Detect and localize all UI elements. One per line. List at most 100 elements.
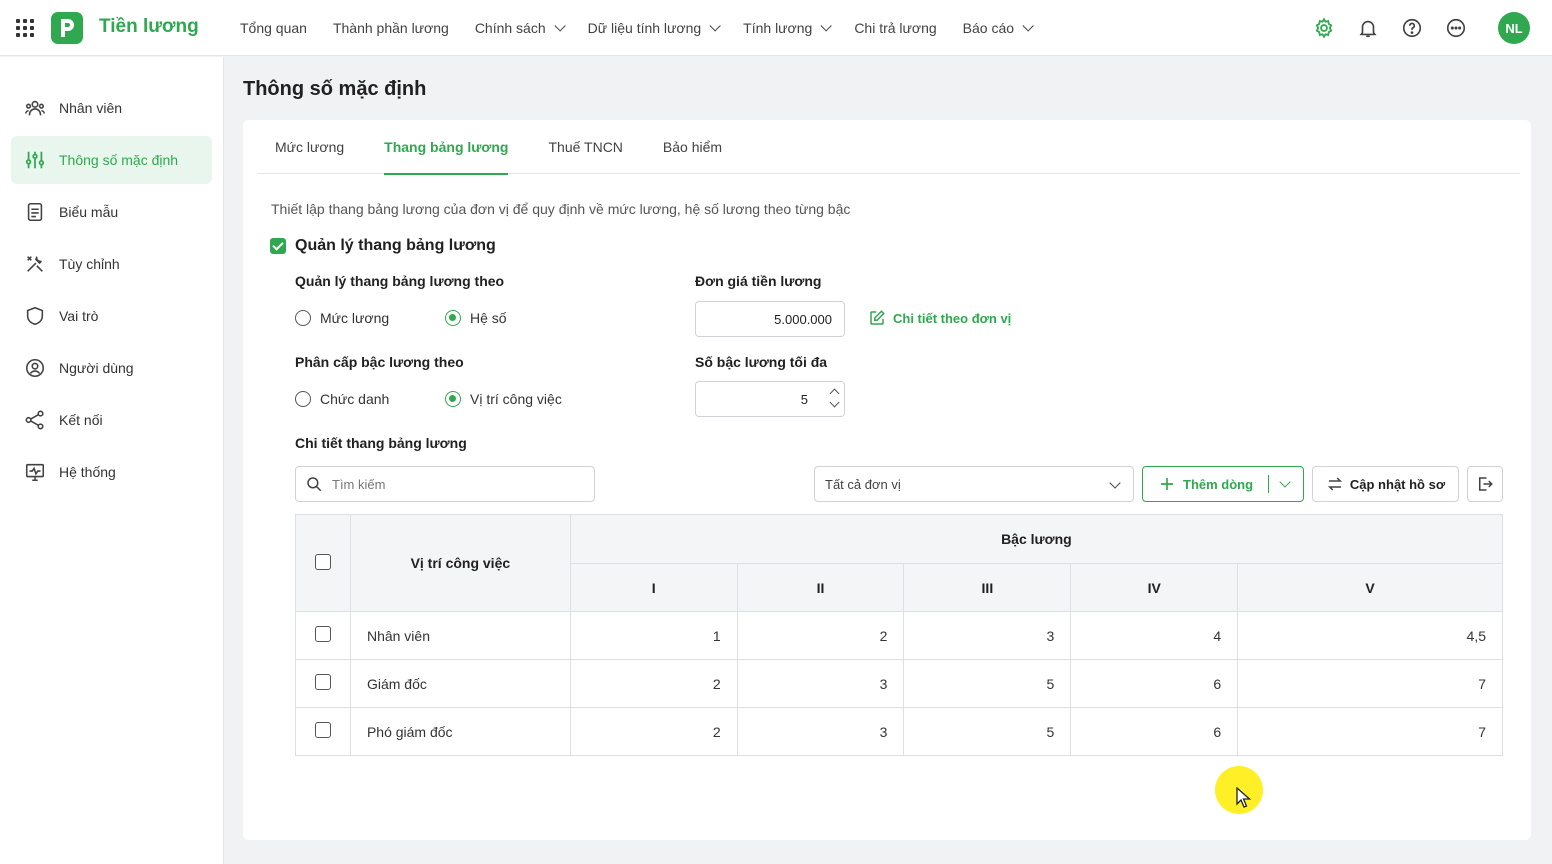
- sidebar-item[interactable]: Tùy chỉnh: [11, 240, 212, 288]
- tab[interactable]: Mức lương: [275, 120, 344, 174]
- grade-value-cell[interactable]: 3: [736, 707, 905, 756]
- search-input[interactable]: Tìm kiếm: [295, 466, 595, 502]
- radio-job-title[interactable]: [295, 391, 311, 407]
- grade-value-cell[interactable]: 1: [569, 611, 738, 660]
- select-all-checkbox[interactable]: [314, 553, 331, 570]
- settings-gear-icon[interactable]: [1308, 12, 1340, 44]
- tab[interactable]: Bảo hiểm: [663, 120, 722, 174]
- grade-value-cell[interactable]: 5: [903, 659, 1072, 708]
- add-row-button[interactable]: Thêm dòng: [1142, 466, 1304, 502]
- sidebar-item-label: Nhân viên: [59, 100, 123, 116]
- add-row-dropdown-icon[interactable]: [1279, 476, 1291, 488]
- grade-value-cell[interactable]: 4: [1070, 611, 1239, 660]
- tab-bar: Mức lương Thang bảng lương Thuế TNCN Bảo hi…: [257, 120, 1520, 175]
- user-circle-icon: [24, 357, 46, 379]
- grade-value-cell[interactable]: 7: [1237, 659, 1503, 708]
- grade-by-option-position[interactable]: Vị trí công việc: [445, 391, 562, 407]
- bell-icon[interactable]: [1352, 12, 1384, 44]
- grade-value-cell[interactable]: 2: [569, 659, 738, 708]
- nav-item[interactable]: Chính sách: [475, 20, 566, 36]
- tab[interactable]: Thuế TNCN: [548, 120, 622, 174]
- number-stepper[interactable]: [829, 388, 840, 408]
- plus-icon: [1161, 478, 1173, 490]
- share-icon: [24, 409, 46, 431]
- apps-grid-icon[interactable]: [16, 19, 34, 37]
- sidebar-item[interactable]: Vai trò: [11, 292, 212, 340]
- sidebar-item[interactable]: Kết nối: [11, 396, 212, 444]
- manage-by-option-salary[interactable]: Mức lương: [295, 310, 445, 326]
- update-profile-button[interactable]: Cập nhật hồ sơ: [1312, 466, 1459, 502]
- unit-price-value: 5.000.000: [774, 311, 832, 327]
- detail-link-label: Chi tiết theo đơn vị: [893, 310, 1012, 326]
- grade-value-cell[interactable]: 2: [569, 707, 738, 756]
- position-name-cell: Nhân viên: [349, 611, 571, 660]
- radio-job-position[interactable]: [445, 391, 461, 407]
- manage-checkbox[interactable]: [270, 238, 286, 254]
- nav-item[interactable]: Tổng quan: [240, 20, 307, 36]
- row-checkbox[interactable]: [314, 674, 331, 690]
- nav-item[interactable]: Dữ liệu tính lương: [588, 20, 721, 36]
- sidebar-item[interactable]: Nhân viên: [11, 84, 212, 132]
- app-brand[interactable]: Tiền lương: [99, 16, 199, 38]
- nav-item[interactable]: Thành phần lương: [333, 20, 449, 36]
- grade-value-cell[interactable]: 6: [1070, 707, 1239, 756]
- detail-by-unit-link[interactable]: Chi tiết theo đơn vị: [868, 309, 1011, 327]
- manage-salary-scale-toggle[interactable]: Quản lý thang bảng lương: [270, 237, 496, 255]
- grade-value-cell[interactable]: 2: [736, 611, 905, 660]
- row-checkbox[interactable]: [314, 626, 331, 642]
- radio-salary-level[interactable]: [295, 310, 311, 326]
- mouse-pointer-icon: [1236, 787, 1252, 808]
- table-row[interactable]: Nhân viên 1 2 3 4 4,5: [295, 611, 1503, 660]
- radio-coefficient[interactable]: [445, 310, 461, 326]
- grade-value-cell[interactable]: 5: [903, 707, 1072, 756]
- table-row[interactable]: Giám đốc 2 3 5 6 7: [295, 659, 1503, 708]
- top-bar: Tiền lương Tổng quan Thành phần lương Chín…: [0, 0, 1552, 56]
- export-icon: [1479, 477, 1493, 491]
- max-grade-input[interactable]: 5: [695, 381, 845, 417]
- button-divider: [1268, 475, 1269, 493]
- chevron-down-icon: [820, 20, 833, 32]
- employees-icon: [24, 97, 46, 119]
- row-checkbox[interactable]: [314, 722, 331, 738]
- header-grade: V: [1237, 563, 1503, 612]
- grade-value-cell[interactable]: 6: [1070, 659, 1239, 708]
- nav-item[interactable]: Báo cáo: [962, 20, 1034, 36]
- sidebar-item-label: Tùy chỉnh: [59, 256, 120, 272]
- nav-item[interactable]: Chi trả lương: [854, 20, 936, 36]
- user-avatar[interactable]: NL: [1498, 12, 1530, 44]
- sidebar-item-label: Thông số mặc định: [59, 152, 179, 168]
- grade-value-cell[interactable]: 3: [736, 659, 905, 708]
- help-icon[interactable]: [1396, 12, 1428, 44]
- header-grade: IV: [1070, 563, 1239, 612]
- tab[interactable]: Thang bảng lương: [384, 120, 509, 175]
- grade-value-cell[interactable]: 3: [903, 611, 1072, 660]
- export-button[interactable]: [1467, 466, 1503, 502]
- sidebar-item[interactable]: Người dùng: [11, 344, 212, 392]
- document-icon: [24, 201, 46, 223]
- chevron-down-icon: [1109, 477, 1121, 489]
- table-row[interactable]: Phó giám đốc 2 3 5 6 7: [295, 707, 1503, 756]
- nav-item[interactable]: Tính lương: [743, 20, 833, 36]
- stepper-down-icon[interactable]: [829, 397, 840, 408]
- app-logo[interactable]: [51, 12, 83, 44]
- grade-value-cell[interactable]: 7: [1237, 707, 1503, 756]
- grade-by-option-title[interactable]: Chức danh: [295, 391, 445, 407]
- manage-by-option-coefficient[interactable]: Hệ số: [445, 310, 507, 326]
- unit-filter-select[interactable]: Tất cả đơn vị: [814, 466, 1134, 502]
- edit-icon: [870, 310, 885, 325]
- header-grade: I: [569, 563, 738, 612]
- sidebar-item[interactable]: Thông số mặc định: [11, 136, 212, 184]
- nav-item-label: Báo cáo: [962, 20, 1015, 36]
- settings-card: Mức lương Thang bảng lương Thuế TNCN Bảo hi…: [243, 120, 1531, 840]
- more-options-icon[interactable]: [1440, 12, 1472, 44]
- position-name-cell: Giám đốc: [349, 659, 571, 708]
- unit-price-input[interactable]: 5.000.000: [695, 301, 845, 337]
- sidebar-item[interactable]: Hệ thống: [11, 448, 212, 496]
- grade-value-cell[interactable]: 4,5: [1237, 611, 1503, 660]
- manage-by-radio-group: Mức lương Hệ số: [295, 310, 507, 326]
- header-grade: III: [903, 563, 1072, 612]
- sidebar-item[interactable]: Biểu mẫu: [11, 188, 212, 236]
- chevron-down-icon: [554, 20, 566, 32]
- page-title: Thông số mặc định: [243, 78, 427, 100]
- header-grade-group: Bậc lương: [569, 514, 1504, 564]
